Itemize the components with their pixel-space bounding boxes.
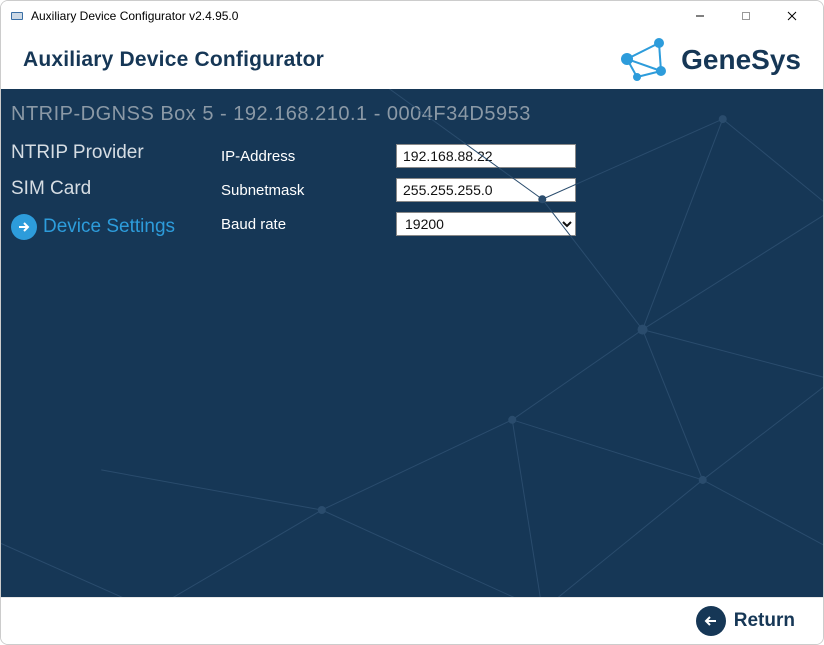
main-panel: NTRIP-DGNSS Box 5 - 192.168.210.1 - 0004… xyxy=(1,89,823,597)
label-subnet: Subnetmask xyxy=(221,182,396,199)
app-header: Auxiliary Device Configurator GeneSys xyxy=(1,31,823,89)
subnetmask-input[interactable] xyxy=(396,178,576,202)
close-button[interactable] xyxy=(769,1,815,31)
content-area: NTRIP Provider SIM Card Device Settings … xyxy=(1,134,823,248)
arrow-right-icon xyxy=(11,214,37,240)
sidebar-item-ntrip[interactable]: NTRIP Provider xyxy=(11,140,221,166)
titlebar: Auxiliary Device Configurator v2.4.95.0 xyxy=(1,1,823,31)
row-subnet: Subnetmask xyxy=(221,174,813,206)
brand-logo: GeneSys xyxy=(615,37,801,83)
label-ip: IP-Address xyxy=(221,148,396,165)
maximize-button[interactable] xyxy=(723,1,769,31)
ip-address-input[interactable] xyxy=(396,144,576,168)
app-window: Auxiliary Device Configurator v2.4.95.0 … xyxy=(0,0,824,645)
settings-form: IP-Address Subnetmask Baud rate 19200 xyxy=(221,140,813,242)
logo-graph-icon xyxy=(615,37,673,83)
sidebar-item-sim[interactable]: SIM Card xyxy=(11,176,221,202)
row-ip: IP-Address xyxy=(221,140,813,172)
footer: Return xyxy=(1,597,823,644)
minimize-button[interactable] xyxy=(677,1,723,31)
app-icon xyxy=(9,8,25,24)
window-title: Auxiliary Device Configurator v2.4.95.0 xyxy=(31,9,238,23)
sidebar-item-label: Device Settings xyxy=(43,216,175,238)
baud-rate-select[interactable]: 19200 xyxy=(396,212,576,236)
sidebar-item-device-settings[interactable]: Device Settings xyxy=(11,212,221,242)
row-baud: Baud rate 19200 xyxy=(221,208,813,240)
breadcrumb: NTRIP-DGNSS Box 5 - 192.168.210.1 - 0004… xyxy=(1,89,823,134)
return-label: Return xyxy=(734,610,795,632)
window-controls xyxy=(677,1,815,31)
sidebar: NTRIP Provider SIM Card Device Settings xyxy=(11,140,221,242)
app-title: Auxiliary Device Configurator xyxy=(23,48,324,72)
arrow-left-icon xyxy=(696,606,726,636)
return-button[interactable]: Return xyxy=(696,606,795,636)
brand-name: GeneSys xyxy=(681,44,801,76)
label-baud: Baud rate xyxy=(221,216,396,233)
